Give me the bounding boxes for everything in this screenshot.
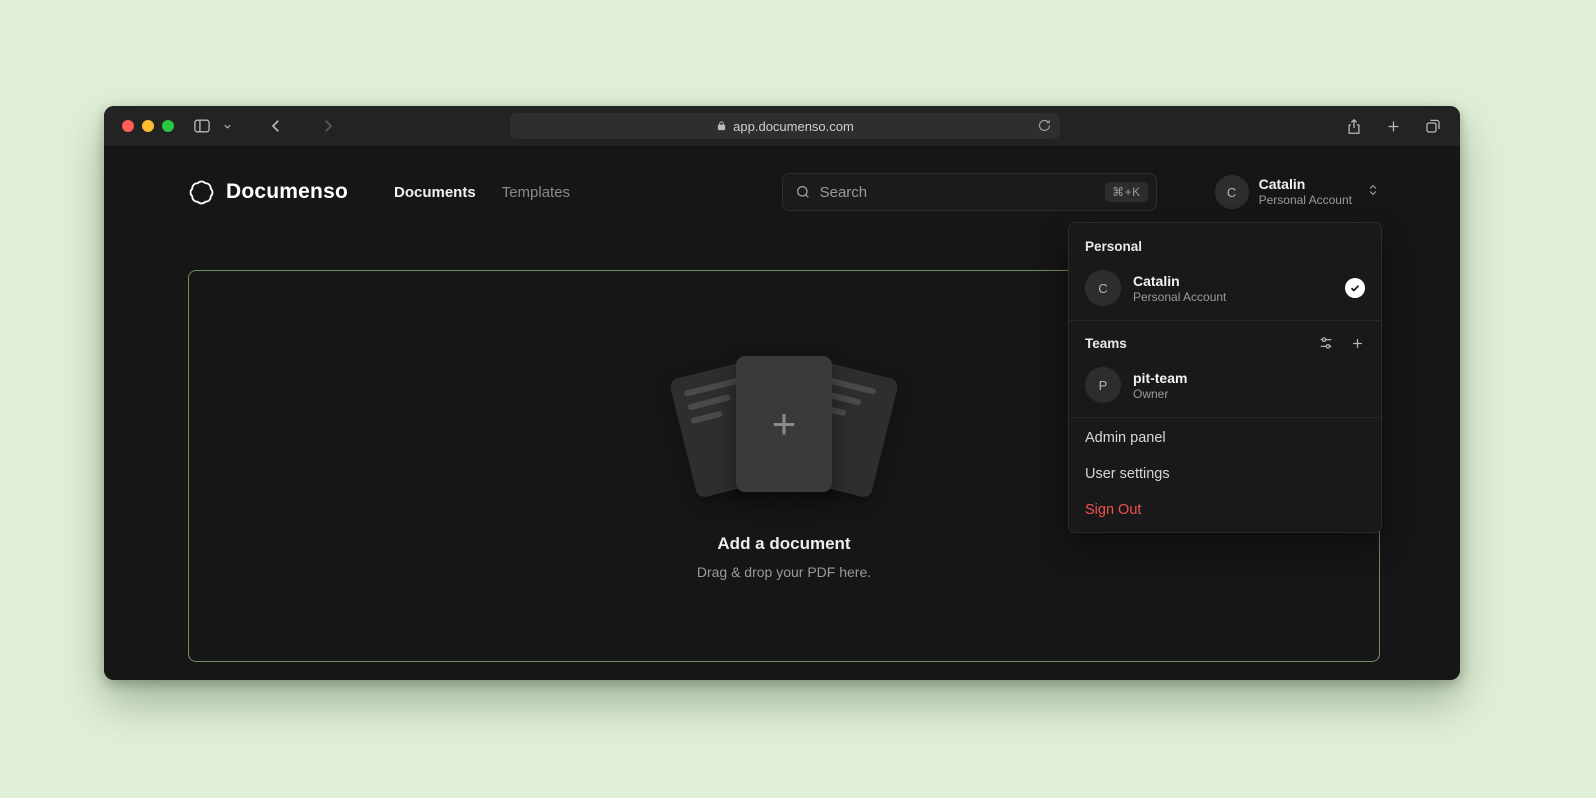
team-name: pit-team — [1133, 369, 1187, 387]
account-avatar: C — [1215, 175, 1249, 209]
minimize-window-button[interactable] — [142, 120, 154, 132]
teams-section-heading: Teams — [1069, 323, 1381, 359]
reload-icon[interactable] — [1037, 118, 1052, 133]
url-text: app.documenso.com — [733, 119, 854, 134]
team-avatar: P — [1085, 367, 1121, 403]
menu-divider — [1069, 320, 1381, 321]
dropzone-title: Add a document — [717, 534, 850, 554]
brand-name: Documenso — [226, 180, 348, 204]
account-subtitle: Personal Account — [1259, 193, 1352, 208]
zoom-window-button[interactable] — [162, 120, 174, 132]
forward-button[interactable] — [319, 117, 337, 135]
app-header: Documenso Documents Templates ⌘+K C Cata… — [104, 146, 1460, 214]
account-name: Catalin — [1259, 176, 1352, 194]
nav-documents[interactable]: Documents — [394, 184, 476, 201]
chevron-up-down-icon — [1366, 182, 1380, 203]
brand[interactable]: Documenso — [188, 179, 348, 206]
account-menu-trigger[interactable]: C Catalin Personal Account — [1215, 175, 1380, 209]
share-icon[interactable] — [1345, 117, 1363, 136]
search-shortcut-badge: ⌘+K — [1105, 182, 1148, 202]
sidebar-toggle-icon[interactable] — [192, 116, 212, 136]
search-icon — [795, 184, 811, 200]
search-bar[interactable]: ⌘+K — [782, 173, 1157, 211]
create-team-icon[interactable] — [1350, 335, 1365, 351]
browser-toolbar: app.documenso.com — [104, 106, 1460, 146]
back-button[interactable] — [267, 117, 285, 135]
documenso-app: Documenso Documents Templates ⌘+K C Cata… — [104, 146, 1460, 680]
menu-item-admin-panel[interactable]: Admin panel — [1069, 420, 1381, 456]
personal-section-heading: Personal — [1069, 227, 1381, 262]
nav-templates[interactable]: Templates — [502, 184, 570, 201]
personal-avatar: C — [1085, 270, 1121, 306]
dropzone-subtitle: Drag & drop your PDF here. — [697, 564, 871, 580]
manage-teams-icon[interactable] — [1318, 335, 1334, 351]
account-dropdown-menu: Personal C Catalin Personal Account Team… — [1068, 222, 1382, 533]
lock-icon — [716, 120, 727, 132]
documenso-logo-icon — [188, 179, 215, 206]
menu-item-user-settings[interactable]: User settings — [1069, 456, 1381, 492]
menu-divider — [1069, 417, 1381, 418]
personal-subtitle: Personal Account — [1133, 290, 1226, 304]
personal-name: Catalin — [1133, 272, 1226, 290]
document-card-center: + — [736, 356, 832, 492]
browser-window: app.documenso.com — [104, 106, 1460, 680]
menu-item-sign-out[interactable]: Sign Out — [1069, 492, 1381, 528]
tab-overview-icon[interactable] — [1424, 117, 1442, 135]
window-controls — [122, 120, 174, 132]
address-bar[interactable]: app.documenso.com — [510, 113, 1060, 139]
new-tab-icon[interactable] — [1385, 118, 1402, 135]
close-window-button[interactable] — [122, 120, 134, 132]
search-input[interactable] — [820, 184, 1096, 201]
personal-account-item[interactable]: C Catalin Personal Account — [1069, 262, 1381, 318]
add-document-plus-icon: + — [772, 403, 797, 445]
team-item[interactable]: P pit-team Owner — [1069, 359, 1381, 415]
document-stack-illustration: + — [664, 352, 904, 504]
selected-check-icon — [1345, 278, 1365, 298]
sidebar-chevron-icon[interactable] — [222, 121, 233, 132]
primary-nav: Documents Templates — [394, 184, 570, 201]
team-role: Owner — [1133, 387, 1187, 401]
